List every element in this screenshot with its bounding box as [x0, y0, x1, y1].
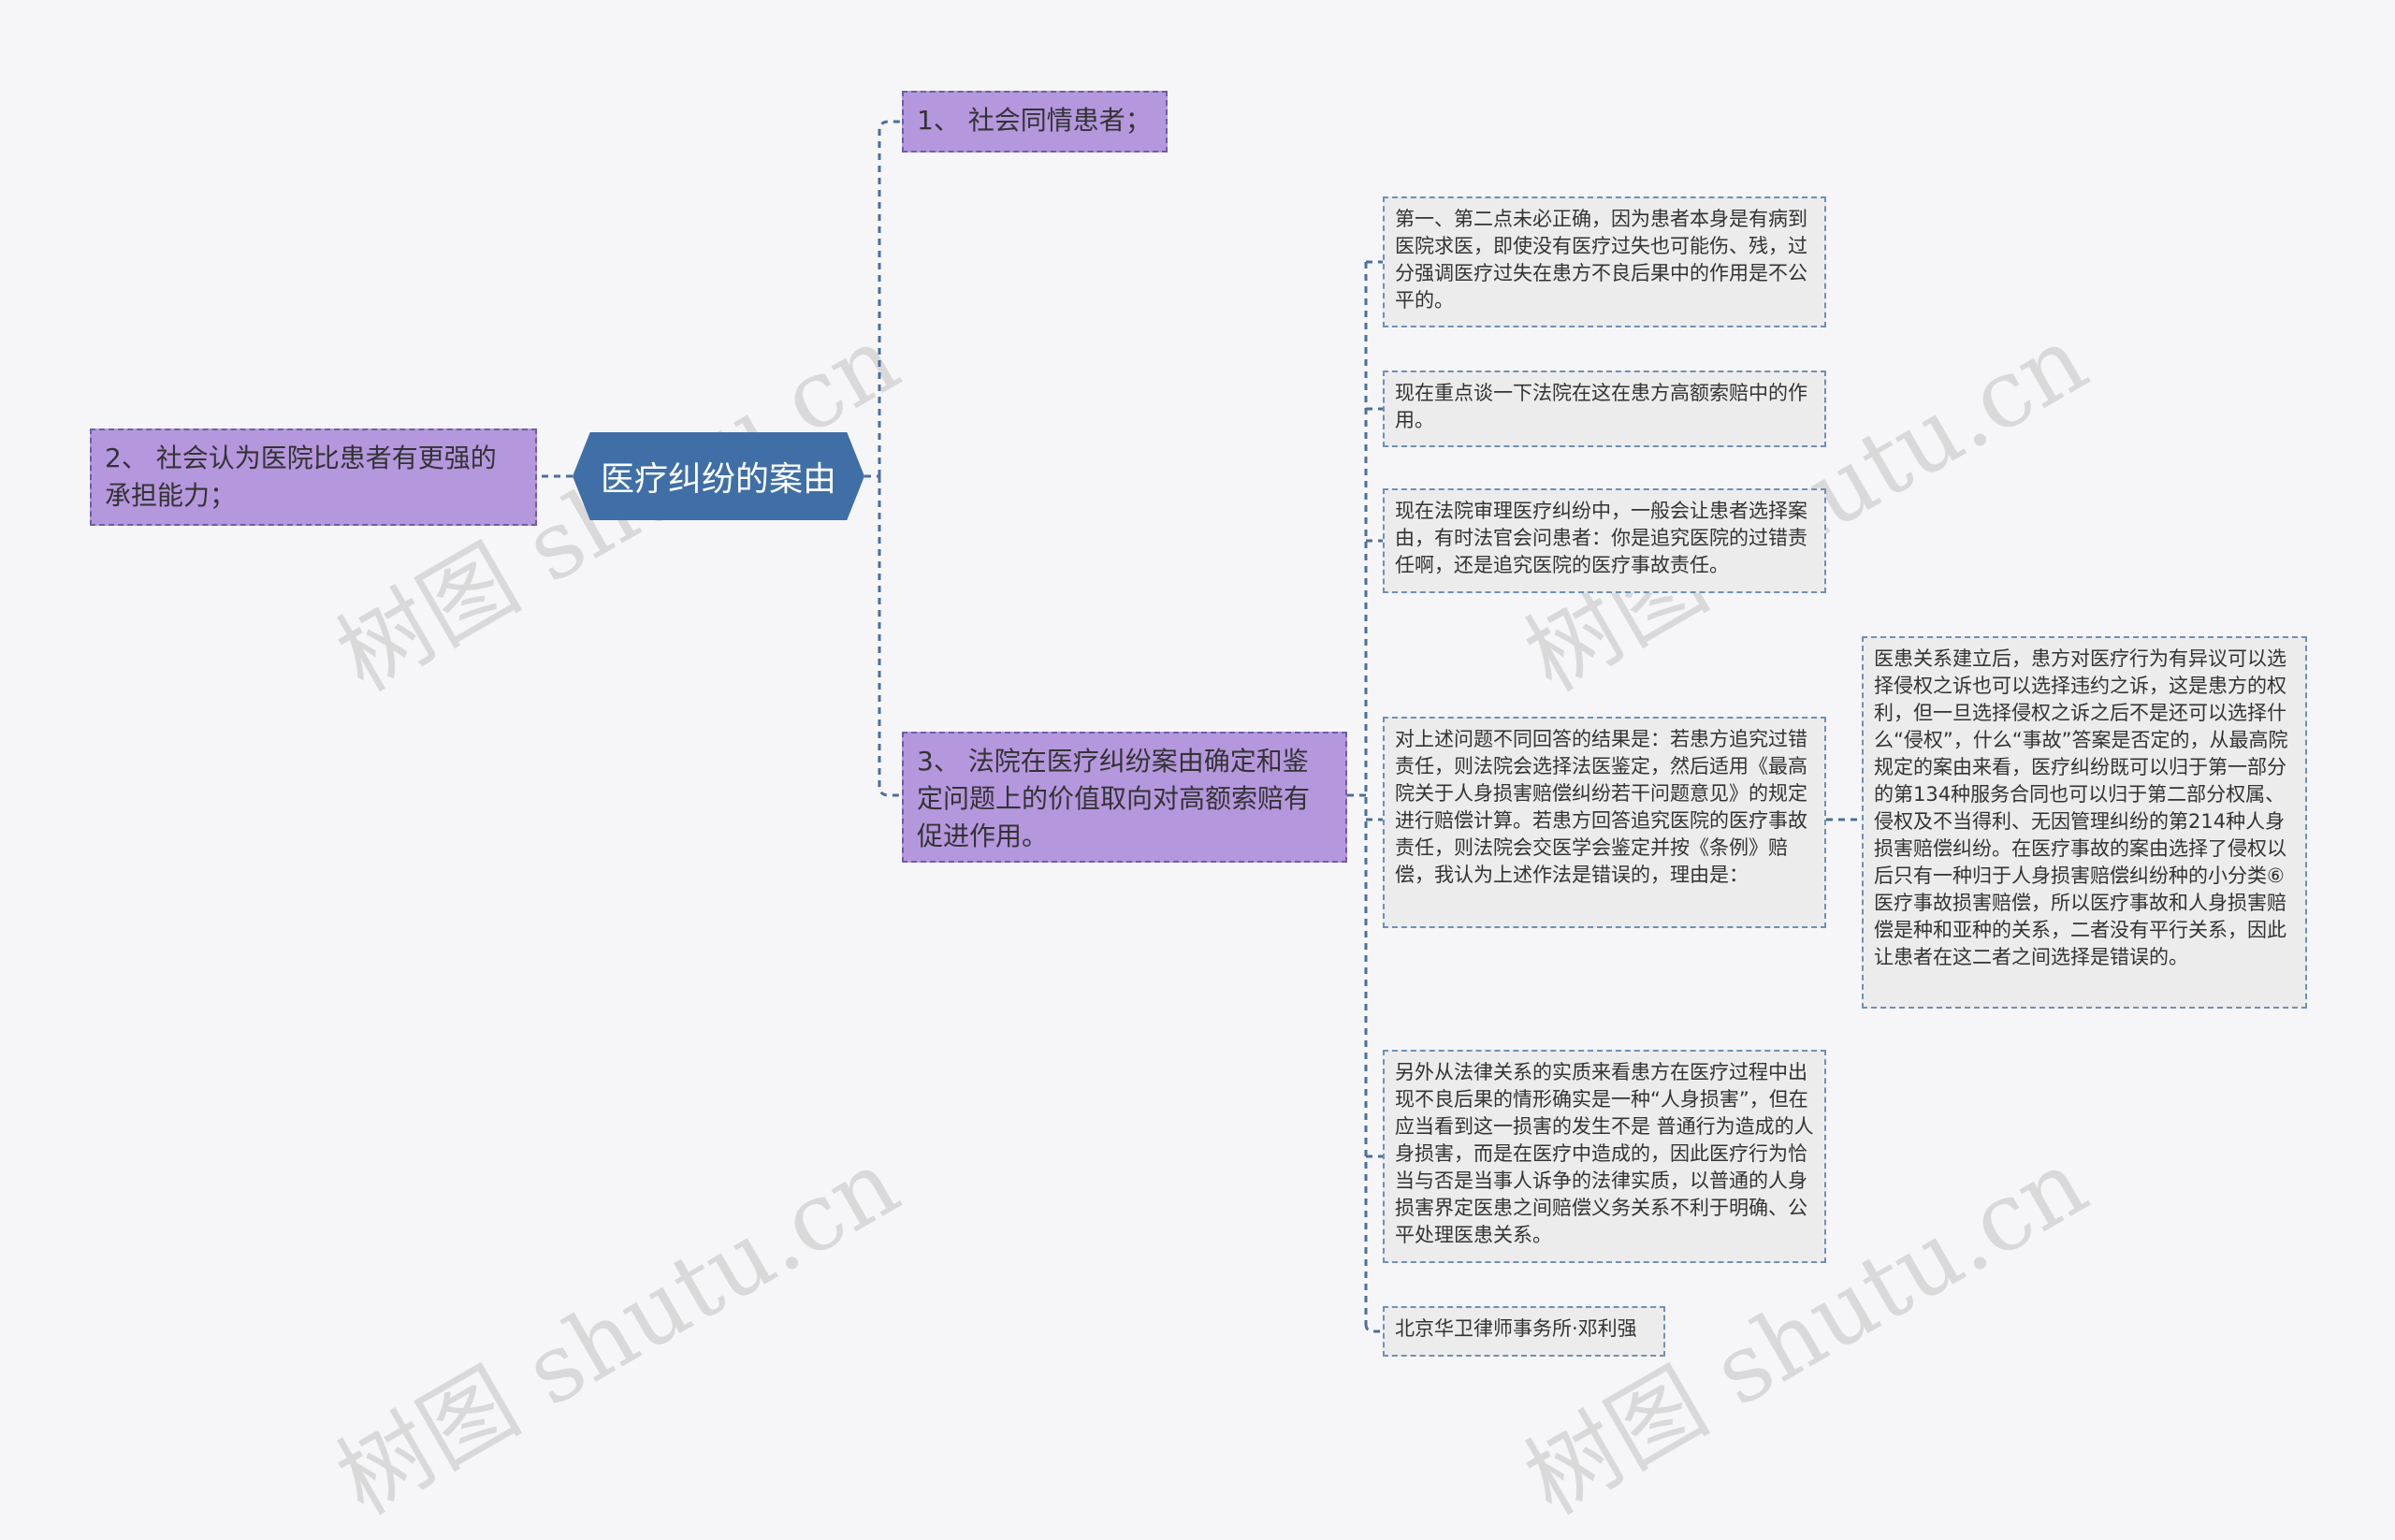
branch-node-3-label: 3、 法院在医疗纠纷案由确定和鉴定问题上的价值取向对高额索赔有促进作用。 [917, 746, 1311, 851]
root-topic[interactable]: 医疗纠纷的案由 [573, 432, 864, 520]
leaf-node-4-text: 对上述问题不同回答的结果是：若患方追究过错责任，则法院会选择法医鉴定，然后适用《… [1395, 728, 1807, 886]
root-topic-label: 医疗纠纷的案由 [600, 460, 836, 499]
leaf-node-6[interactable]: 北京华卫律师事务所·邓利强 [1383, 1306, 1665, 1357]
branch-node-1-label: 1、 社会同情患者； [917, 105, 1152, 136]
branch-node-2-label: 2、 社会认为医院比患者有更强的承担能力； [105, 443, 497, 511]
connector-root-trunk [864, 120, 902, 797]
branch-node-1[interactable]: 1、 社会同情患者； [902, 91, 1168, 153]
leaf-node-3[interactable]: 现在法院审理医疗纠纷中，一般会让患者选择案由，有时法官会问患者：你是追究医院的过… [1383, 488, 1826, 593]
leaf-node-5[interactable]: 另外从法律关系的实质来看患方在医疗过程中出现不良后果的情形确实是一种“人身损害”… [1383, 1050, 1826, 1263]
leaf-node-6-text: 北京华卫律师事务所·邓利强 [1395, 1317, 1637, 1340]
leaf-node-3-text: 现在法院审理医疗纠纷中，一般会让患者选择案由，有时法官会问患者：你是追究医院的过… [1395, 500, 1807, 576]
leaf-node-2-text: 现在重点谈一下法院在这在患方高额索赔中的作用。 [1395, 382, 1807, 431]
leaf-node-1-text: 第一、第二点未必正确，因为患者本身是有病到医院求医，即使没有医疗过失也可能伤、残… [1395, 208, 1807, 312]
leaf-node-2[interactable]: 现在重点谈一下法院在这在患方高额索赔中的作用。 [1383, 370, 1826, 447]
branch-node-2[interactable]: 2、 社会认为医院比患者有更强的承担能力； [90, 429, 537, 526]
leaf-node-5-text: 另外从法律关系的实质来看患方在医疗过程中出现不良后果的情形确实是一种“人身损害”… [1395, 1061, 1814, 1246]
connector-b3-trunk [1347, 262, 1368, 1324]
branch-node-3[interactable]: 3、 法院在医疗纠纷案由确定和鉴定问题上的价值取向对高额索赔有促进作用。 [902, 732, 1347, 863]
leaf-node-1[interactable]: 第一、第二点未必正确，因为患者本身是有病到医院求医，即使没有医疗过失也可能伤、残… [1383, 196, 1826, 327]
leaf-node-4-detail[interactable]: 医患关系建立后，患方对医疗行为有异议可以选择侵权之诉也可以选择违约之诉，这是患方… [1862, 636, 2307, 1009]
mind-map-canvas: 树图 shutu.cn 树图 shutu.cn 树图 shutu.cn 树图 s… [0, 0, 2395, 1535]
leaf-node-4[interactable]: 对上述问题不同回答的结果是：若患方追究过错责任，则法院会选择法医鉴定，然后适用《… [1383, 717, 1826, 928]
connector-b3-l6 [1364, 1323, 1383, 1333]
leaf-node-4-detail-text: 医患关系建立后，患方对医疗行为有异议可以选择侵权之诉也可以选择违约之诉，这是患方… [1874, 647, 2288, 968]
